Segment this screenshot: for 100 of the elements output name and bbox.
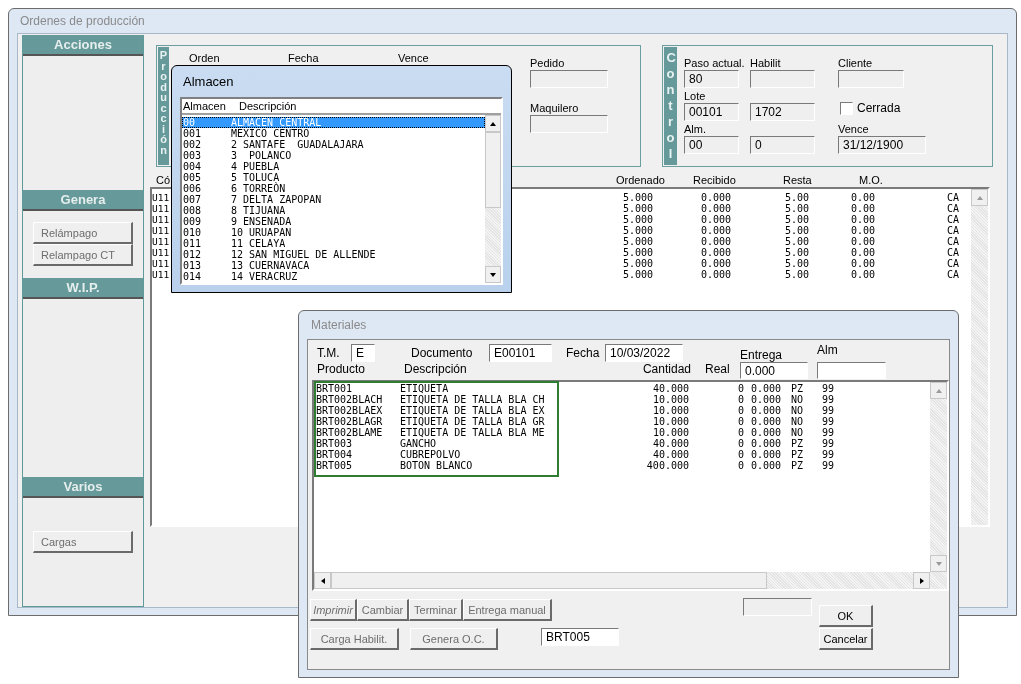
checkbox-label: Cerrada	[857, 102, 901, 115]
input-field[interactable]	[817, 362, 886, 379]
table-cell-text: 0	[736, 416, 744, 427]
column-header: Descripción	[404, 362, 467, 376]
input-field[interactable]	[750, 70, 815, 88]
list-row[interactable]: 005 5 TOLUCA	[182, 172, 485, 183]
input-field[interactable]	[530, 115, 608, 133]
list-row[interactable]: 010 10 URUAPAN	[182, 227, 485, 238]
field-label: Orden	[189, 52, 220, 64]
list-row[interactable]: 012 12 SAN MIGUEL DE ALLENDE	[182, 249, 485, 260]
table-cell-text: BRT002BLACH	[316, 394, 384, 405]
list-row[interactable]: 006 6 TORREÒN	[182, 183, 485, 194]
field-label: Paso actual.	[684, 57, 746, 70]
input-field[interactable]	[743, 598, 812, 616]
table-cell-text: CA	[945, 214, 959, 225]
input-field[interactable]: 00	[684, 136, 739, 154]
table-cell: U11	[152, 258, 170, 269]
table-cell-text: 400.000	[645, 460, 689, 471]
table-cell-text: 5.000	[621, 258, 653, 269]
table-cell-text: 40.000	[651, 449, 689, 460]
action-button[interactable]: Cancelar	[819, 628, 873, 650]
table-cell-text: 0.00	[849, 192, 875, 203]
table-cell-text: BRT002BLAME	[316, 427, 384, 438]
table-cell-text: 0.000	[749, 438, 781, 449]
table-cell-text: 0.000	[749, 394, 781, 405]
list-row[interactable]: 007 7 DELTA ZAPOPAN	[182, 194, 485, 205]
list-row[interactable]: 014 14 VERACRUZ	[182, 271, 485, 282]
table-cell-text: 5.000	[621, 247, 653, 258]
input-field[interactable]: 0.000	[740, 362, 808, 379]
group-caption: Producción	[158, 47, 169, 165]
list-row[interactable]: 004 4 PUEBLA	[182, 161, 485, 172]
dialog-title: Materiales	[310, 317, 368, 334]
table-cell-text: 0.00	[849, 236, 875, 247]
column-header: Real	[705, 362, 730, 376]
column-header: Recibido	[693, 174, 736, 186]
table-cell-text: 0.000	[699, 269, 731, 280]
table-cell-text: ETIQUETA DE TALLA BLA EX	[400, 405, 546, 416]
table-cell-text: BRT002BLAEX	[316, 405, 384, 416]
column-header: Almacen	[183, 100, 226, 112]
input-field[interactable]: 31/12/1900	[838, 136, 926, 154]
table-cell-text: 5.000	[621, 214, 653, 225]
field-label: Alm.	[684, 123, 707, 136]
list-row[interactable]: 001 MEXICO CENTRO	[182, 128, 485, 139]
input-field[interactable]	[530, 70, 608, 88]
table-cell-text: NO	[790, 405, 805, 416]
table-cell-text: 0.00	[849, 269, 875, 280]
column-header: M.O.	[859, 174, 883, 186]
list-cell-text: 10 URUAPAN	[231, 227, 293, 238]
table-cell-text: 5.000	[621, 225, 653, 236]
list-cell-text: 7 DELTA ZAPOPAN	[231, 194, 323, 205]
input-field[interactable]: 10/03/2022	[605, 344, 683, 362]
table-cell-text: ETIQUETA DE TALLA BLA GR	[400, 416, 546, 427]
input-field[interactable]	[838, 70, 904, 88]
horizontal-scrollbar[interactable]	[314, 572, 947, 589]
table-cell-text: 0.00	[849, 258, 875, 269]
input-field[interactable]: 1702	[750, 103, 815, 121]
list-row[interactable]: 008 8 TIJUANA	[182, 205, 485, 216]
table-cell-text: 0.00	[849, 247, 875, 258]
input-field[interactable]: E	[351, 344, 375, 362]
vertical-scrollbar[interactable]	[971, 189, 988, 525]
scroll-down-icon[interactable]	[489, 270, 497, 279]
table-cell-text: 5.000	[621, 203, 653, 214]
input-field[interactable]: E00101	[489, 344, 552, 362]
scroll-right-icon[interactable]	[917, 576, 926, 585]
list-cell-text: ALMACEN CENTRAL	[231, 117, 323, 128]
list-row[interactable]: 009 9 ENSENADA	[182, 216, 485, 227]
table-cell-text: 5.00	[783, 192, 809, 203]
action-button[interactable]: OK	[819, 605, 873, 627]
list-cell-text: 8 TIJUANA	[231, 205, 287, 216]
table-cell-text: 40.000	[651, 383, 689, 394]
list-cell-text: 11 CELAYA	[231, 238, 287, 249]
input-field[interactable]: 00101	[684, 103, 739, 121]
table-cell-text: ETIQUETA DE TALLA BLA ME	[400, 427, 546, 438]
list-row[interactable]: 011 11 CELAYA	[182, 238, 485, 249]
table-cell-text: BRT005	[316, 460, 354, 471]
column-header: Descripción	[239, 100, 297, 112]
table-cell-text: 5.000	[621, 192, 653, 203]
table-cell-text: 5.00	[783, 214, 809, 225]
list-cell-text: 010	[183, 227, 203, 238]
list-cell-text: 3 POLANCO	[231, 150, 293, 161]
table-cell-text: 99	[822, 405, 836, 416]
table-cell-text: 0.000	[699, 258, 731, 269]
input-field[interactable]: 80	[684, 70, 739, 88]
field-label: Fecha	[288, 52, 319, 64]
table-cell-text: 0	[736, 460, 744, 471]
column-header: Producto	[317, 362, 366, 376]
table-cell: U11	[152, 269, 170, 280]
list-row[interactable]: 013 13 CUERNAVACA	[182, 260, 485, 271]
list-row[interactable]: 003 3 POLANCO	[182, 150, 485, 161]
table-cell-text: NO	[790, 427, 805, 438]
table-cell-text: 99	[822, 394, 836, 405]
list-row[interactable]: 002 2 SANTAFE GUADALAJARA	[182, 139, 485, 150]
checkbox[interactable]	[840, 102, 853, 115]
input-field[interactable]: BRT005	[541, 628, 619, 646]
table-cell: U11	[152, 225, 170, 236]
table-cell-text: 0.000	[699, 214, 731, 225]
input-field[interactable]: 0	[750, 136, 815, 154]
table-cell-text: 0.000	[699, 192, 731, 203]
list-cell-text: 12 SAN MIGUEL DE ALLENDE	[231, 249, 377, 260]
vertical-scrollbar[interactable]	[485, 115, 501, 283]
